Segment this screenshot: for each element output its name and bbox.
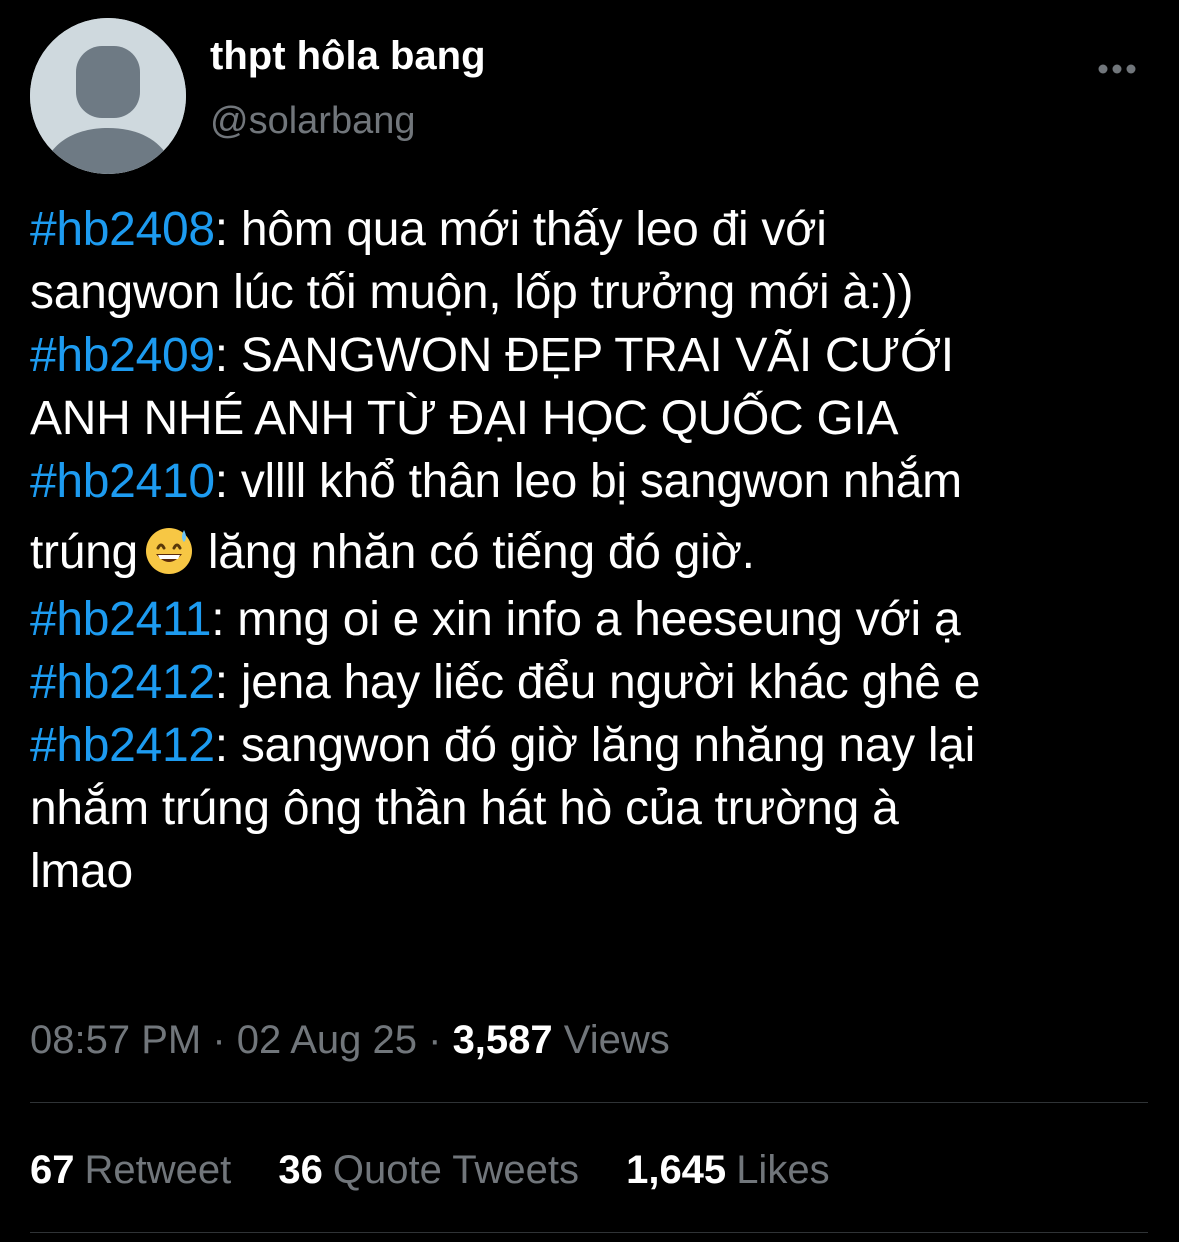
tweet-text: #hb2408: hôm qua mới thấy leo đi với san… [30,198,1170,903]
tweet-line-text: sangwon lúc tối muộn, lốp trưởng mới à:)… [30,266,914,319]
tweet-line: #hb2408: hôm qua mới thấy leo đi với [30,198,1170,261]
likes-label: Likes [736,1148,830,1192]
tweet-line-text: : sangwon đó giờ lăng nhăng nay lại [214,719,976,772]
handle[interactable]: @solarbang [210,100,415,143]
tweet-line-text: : hôm qua mới thấy leo đi với [214,203,827,256]
grinning-face-with-sweat-emoji-icon [144,521,194,574]
tweet-line-text: lmao [30,845,133,898]
tweet-line-text: trúng [30,526,138,579]
tweet-line: ANH NHÉ ANH TỪ ĐẠI HỌC QUỐC GIA [30,387,1170,450]
tweet-line-text: : vllll khổ thân leo bị sangwon nhắm [214,455,962,508]
hashtag-link[interactable]: #hb2412 [30,656,215,709]
tweet-date[interactable]: 02 Aug 25 [237,1018,417,1062]
tweet-line: #hb2409: SANGWON ĐẸP TRAI VÃI CƯỚI [30,324,1170,387]
quote-tweets-count: 36 [278,1148,323,1192]
tweet-line: lmao [30,840,1170,903]
tweet-line: #hb2412: jena hay liếc đểu người khác gh… [30,651,1170,714]
display-name[interactable]: thpt hôla bang [210,34,486,79]
tweet-line-text: : mng oi e xin info a heeseung với ạ [211,593,961,646]
divider [30,1102,1148,1103]
views-label: Views [563,1018,670,1062]
tweet-line: #hb2412: sangwon đó giờ lăng nhăng nay l… [30,714,1170,777]
engagement-stats: 67 Retweet 36 Quote Tweets 1,645 Likes [30,1148,866,1193]
likes-count: 1,645 [626,1148,727,1192]
hashtag-link[interactable]: #hb2411 [30,593,212,646]
quote-tweets-stat[interactable]: 36 Quote Tweets [278,1148,579,1193]
hashtag-link[interactable]: #hb2409 [30,329,215,382]
hashtag-link[interactable]: #hb2412 [30,719,215,772]
tweet-line: sangwon lúc tối muộn, lốp trưởng mới à:)… [30,261,1170,324]
retweets-count: 67 [30,1148,75,1192]
retweets-label: Retweet [84,1148,232,1192]
tweet-line-text: ANH NHÉ ANH TỪ ĐẠI HỌC QUỐC GIA [30,392,899,445]
tweet-line-text: nhắm trúng ông thần hát hò của trường à [30,782,899,835]
hashtag-link[interactable]: #hb2410 [30,455,215,508]
tweet-line: #hb2410: vllll khổ thân leo bị sangwon n… [30,450,1170,513]
tweet-line-text: : jena hay liếc đểu người khác ghê e [214,656,981,709]
tweet-line: nhắm trúng ông thần hát hò của trường à [30,777,1170,840]
hashtag-link[interactable]: #hb2408 [30,203,215,256]
tweet-line-text: lăng nhăn có tiếng đó giờ. [207,526,755,579]
avatar[interactable] [30,18,186,174]
tweet-meta: 08:57 PM · 02 Aug 25 · 3,587 Views [30,1018,670,1063]
tweet-line: trúng lăng nhăn có tiếng đó giờ. [30,513,1170,588]
tweet-line-text: : SANGWON ĐẸP TRAI VÃI CƯỚI [214,329,954,382]
meta-separator: · [212,1018,226,1062]
likes-stat[interactable]: 1,645 Likes [626,1148,830,1193]
retweets-stat[interactable]: 67 Retweet [30,1148,231,1193]
tweet-line: #hb2411: mng oi e xin info a heeseung vớ… [30,588,1170,651]
divider [30,1232,1148,1233]
meta-separator: · [428,1018,442,1062]
quote-tweets-label: Quote Tweets [332,1148,579,1192]
more-options-icon[interactable] [1096,58,1138,80]
tweet-time[interactable]: 08:57 PM [30,1018,201,1062]
default-avatar-silhouette [30,18,186,174]
views-count: 3,587 [452,1018,553,1062]
